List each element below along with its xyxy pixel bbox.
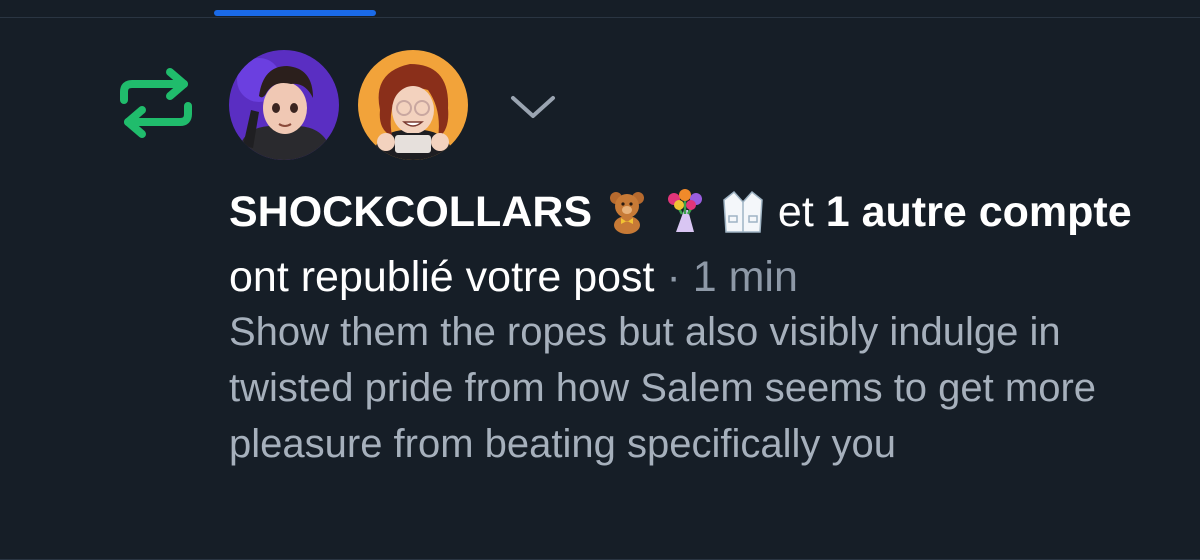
action-text: ont republié votre post bbox=[229, 253, 655, 301]
teddy-bear-icon bbox=[604, 188, 650, 249]
connector-text: et bbox=[777, 188, 814, 236]
post-excerpt[interactable]: Show them the ropes but also visibly ind… bbox=[229, 304, 1169, 472]
repost-icon bbox=[118, 66, 194, 140]
chevron-down-icon[interactable] bbox=[505, 86, 561, 126]
notification-title: SHOCKCOLLARS et 1 autre compte ont repub… bbox=[229, 184, 1149, 306]
avatar-shockcollars[interactable] bbox=[229, 50, 339, 160]
bouquet-icon bbox=[662, 188, 708, 249]
separator: · bbox=[666, 253, 681, 301]
notification-screen: SHOCKCOLLARS et 1 autre compte ont repub… bbox=[0, 0, 1200, 560]
actor-name[interactable]: SHOCKCOLLARS bbox=[229, 188, 592, 236]
avatar-second-account[interactable] bbox=[358, 50, 468, 160]
lab-coat-icon bbox=[720, 188, 766, 249]
active-tab-indicator bbox=[214, 10, 376, 16]
timestamp: 1 min bbox=[692, 253, 798, 301]
others-count-link[interactable]: 1 autre compte bbox=[826, 188, 1132, 236]
top-divider bbox=[0, 17, 1200, 18]
